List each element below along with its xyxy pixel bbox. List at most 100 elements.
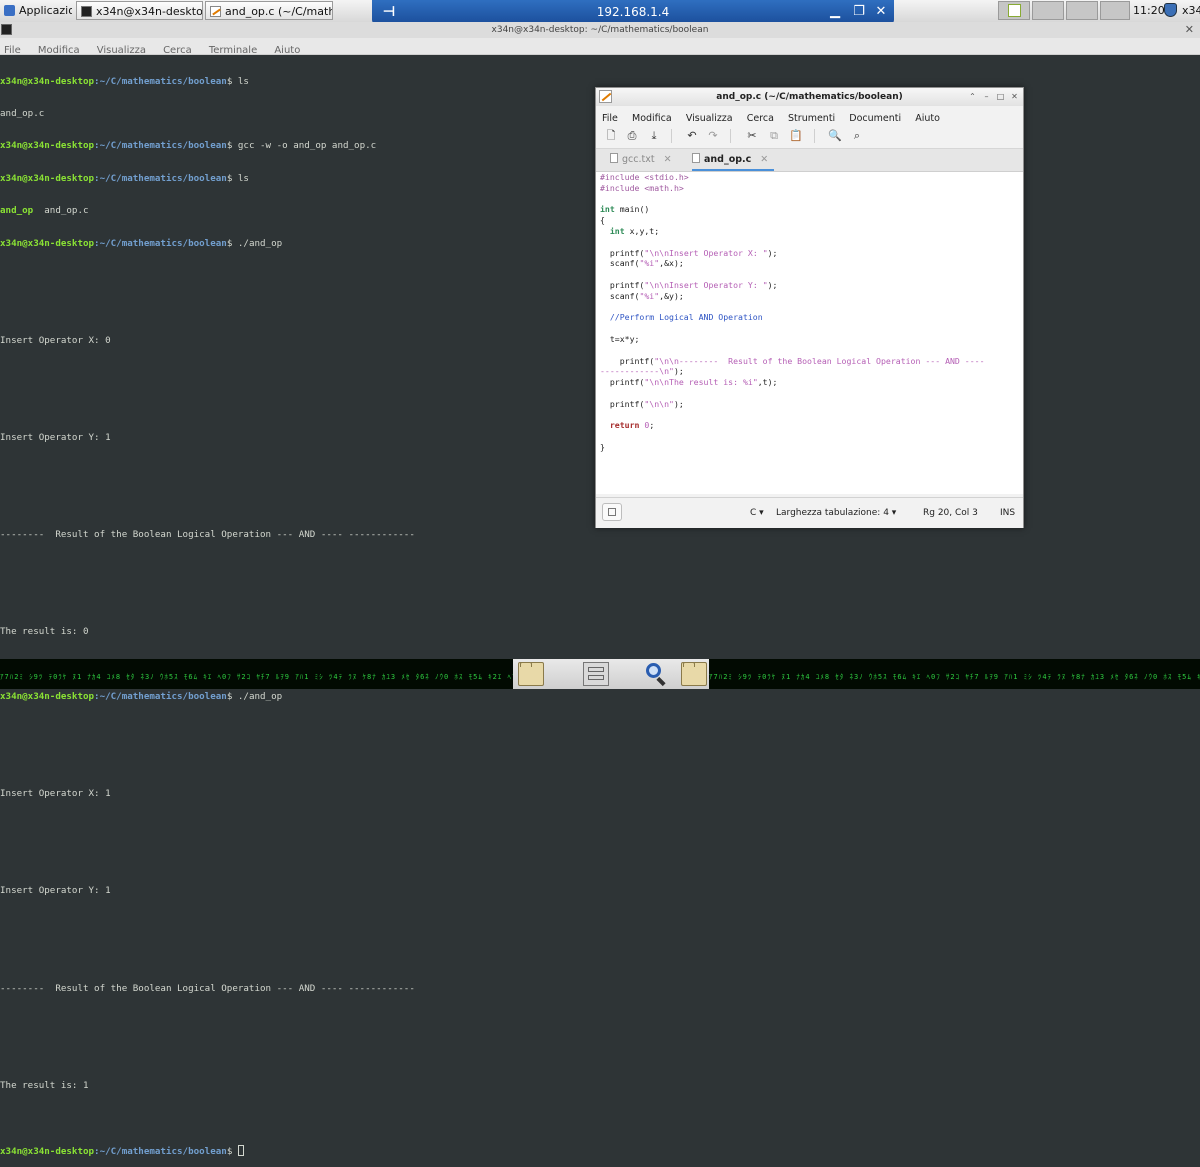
prompt-symbol: $ xyxy=(226,75,238,87)
tray-notes-icon[interactable] xyxy=(998,1,1030,20)
shield-icon[interactable] xyxy=(1164,3,1177,17)
taskbar-terminal-button[interactable]: x34n@x34n-desktop: ~/... xyxy=(76,1,203,20)
tab-label: gcc.txt xyxy=(622,154,655,165)
pin-icon[interactable]: ⊣ xyxy=(378,3,400,21)
terminal-line: x34n@x34n-desktop:~/C/mathematics/boolea… xyxy=(0,691,1200,703)
code-line-wrapped: ------------\n"); xyxy=(600,366,684,377)
shade-icon[interactable]: ⌃ xyxy=(966,90,979,103)
close-icon[interactable]: ✕ xyxy=(664,154,672,165)
gedit-menu-modifica[interactable]: Modifica xyxy=(632,113,672,124)
close-icon[interactable]: ✕ xyxy=(1185,22,1194,38)
gedit-menu-cerca[interactable]: Cerca xyxy=(747,113,774,124)
language-selector[interactable]: C ▾ xyxy=(750,498,764,528)
gedit-toolbar: 🗋 ⎙ ⤓ ↶ ↷ ✂ ⧉ 📋 🔍 ⌕ xyxy=(596,124,1023,149)
workspace-1[interactable] xyxy=(1032,1,1064,20)
folder-icon[interactable] xyxy=(518,662,544,686)
taskbar-gedit-button[interactable]: and_op.c (~/C/mathema... xyxy=(205,1,333,20)
code-editor[interactable]: #include <stdio.h> #include <math.h> int… xyxy=(596,172,1023,494)
prompt-path: :~/C/mathematics/boolean xyxy=(94,75,227,87)
terminal-line: The result is: 0 xyxy=(0,626,89,638)
gedit-menu-aiuto[interactable]: Aiuto xyxy=(915,113,940,124)
prompt-user: x34n@x34n-desktop xyxy=(0,75,95,87)
close-icon[interactable]: ✕ xyxy=(872,3,890,21)
gedit-menu-visualizza[interactable]: Visualizza xyxy=(686,113,733,124)
gedit-menubar: File Modifica Visualizza Cerca Strumenti… xyxy=(596,106,1023,124)
applications-menu-label: Applicazioni xyxy=(19,4,72,17)
prompt-path: :~/C/mathematics/boolean xyxy=(94,1146,227,1158)
prompt-symbol: $ xyxy=(226,237,238,249)
prompt-path: :~/C/mathematics/boolean xyxy=(94,140,227,152)
prompt-path: :~/C/mathematics/boolean xyxy=(94,172,227,184)
workspace-2[interactable] xyxy=(1066,1,1098,20)
taskbar-gedit-label: and_op.c (~/C/mathema... xyxy=(225,5,332,18)
code-line: scanf("%i",&y); xyxy=(609,290,684,301)
gedit-menu-file[interactable]: File xyxy=(602,113,618,124)
cut-icon[interactable]: ✂ xyxy=(744,128,760,144)
code-line: //Perform Logical AND Operation xyxy=(609,312,763,323)
gedit-menu-documenti[interactable]: Documenti xyxy=(849,113,901,124)
clock[interactable]: 11:20 xyxy=(1133,0,1165,22)
gedit-window-title: and_op.c (~/C/mathematics/boolean) xyxy=(716,92,903,102)
code-line: printf("\n\nThe result is: %i",t); xyxy=(609,377,778,388)
side-panel-toggle-icon[interactable] xyxy=(602,503,622,521)
tab-gcc-txt[interactable]: gcc.txt ✕ xyxy=(610,149,672,171)
text-editor-icon xyxy=(210,6,221,17)
gedit-titlebar[interactable]: and_op.c (~/C/mathematics/boolean) ⌃ – □… xyxy=(596,88,1023,106)
new-document-icon[interactable]: 🗋 xyxy=(603,128,619,144)
open-document-icon[interactable]: ⎙ xyxy=(624,128,640,144)
restore-icon[interactable]: ❐ xyxy=(850,3,868,21)
maximize-icon[interactable]: □ xyxy=(994,90,1007,103)
terminal-line: Insert Operator X: 1 xyxy=(0,788,111,800)
close-icon[interactable]: ✕ xyxy=(760,154,768,165)
code-line: return 0; xyxy=(609,420,655,431)
save-icon[interactable]: ⤓ xyxy=(646,128,662,144)
code-line: { xyxy=(600,215,605,226)
terminal-cursor xyxy=(237,1145,244,1157)
gedit-tabbar: gcc.txt ✕ and_op.c ✕ xyxy=(596,149,1023,172)
gedit-menu-strumenti[interactable]: Strumenti xyxy=(788,113,835,124)
code-line: printf("\n\nInsert Operator Y: "); xyxy=(609,279,778,290)
gedit-window: and_op.c (~/C/mathematics/boolean) ⌃ – □… xyxy=(595,87,1024,528)
find-replace-icon[interactable]: ⌕ xyxy=(849,128,865,144)
search-icon[interactable]: 🔍 xyxy=(827,128,843,144)
paste-icon[interactable]: 📋 xyxy=(788,128,804,144)
minimize-icon[interactable]: ▁ xyxy=(826,3,844,21)
copy-icon[interactable]: ⧉ xyxy=(766,128,782,144)
code-line: printf("\n\n"); xyxy=(609,398,684,409)
document-icon xyxy=(692,153,700,163)
command-text: ./and_op xyxy=(237,691,283,703)
redo-icon[interactable]: ↷ xyxy=(705,128,721,144)
folder-icon[interactable] xyxy=(681,662,707,686)
toolbar-separator xyxy=(814,129,815,143)
prompt-user: x34n@x34n-desktop xyxy=(0,237,95,249)
executable-filename: and_op xyxy=(0,205,34,217)
file-cabinet-icon[interactable] xyxy=(583,662,609,686)
prompt-symbol: $ xyxy=(226,1146,238,1158)
tab-width-selector[interactable]: Larghezza tabulazione: 4 ▾ xyxy=(776,498,896,528)
code-line: #include <math.h> xyxy=(600,182,684,193)
terminal-titlebar[interactable]: x34n@x34n-desktop: ~/C/mathematics/boole… xyxy=(0,22,1200,38)
undo-icon[interactable]: ↶ xyxy=(684,128,700,144)
tab-and-op-c[interactable]: and_op.c ✕ xyxy=(692,149,775,171)
close-icon[interactable]: ✕ xyxy=(1008,90,1021,103)
minimize-icon[interactable]: – xyxy=(980,90,993,103)
launcher-dock xyxy=(513,659,709,689)
command-text: gcc -w -o and_op and_op.c xyxy=(237,140,377,152)
workspace-3[interactable] xyxy=(1100,1,1130,20)
user-label[interactable]: x34 xyxy=(1182,0,1200,22)
search-icon[interactable] xyxy=(643,662,669,686)
applications-menu-button[interactable]: Applicazioni xyxy=(0,1,72,20)
filename: and_op.c xyxy=(33,205,89,217)
terminal-icon xyxy=(81,6,92,17)
